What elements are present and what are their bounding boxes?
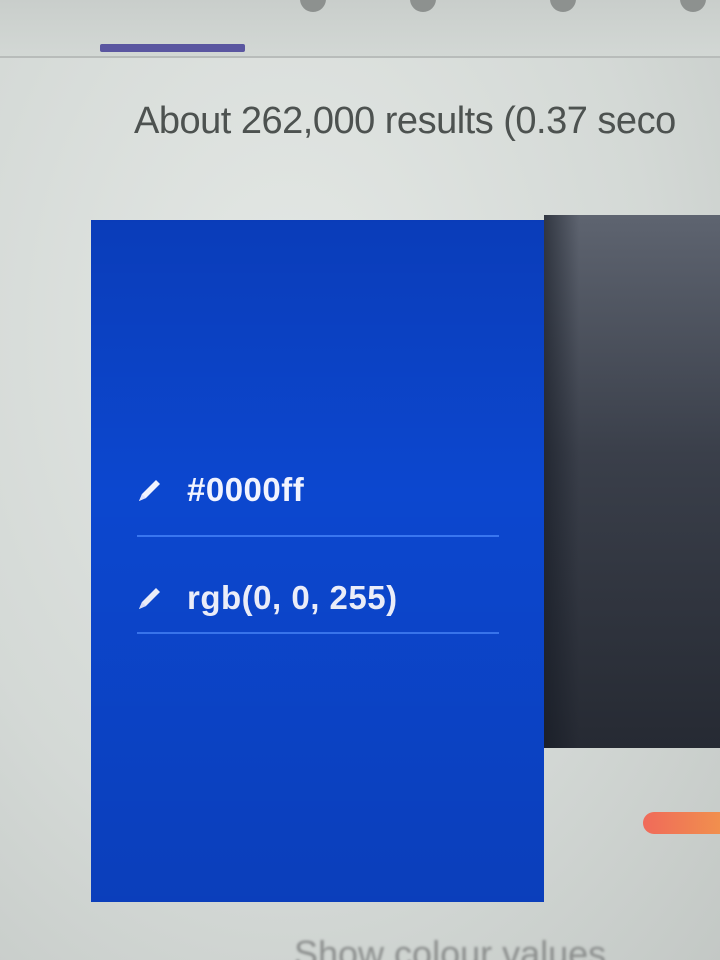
hue-slider[interactable] (643, 812, 720, 834)
tab-icon[interactable] (680, 0, 706, 12)
search-tabs-bar (0, 0, 720, 58)
tab-icon[interactable] (410, 0, 436, 12)
hex-value-underline (137, 535, 499, 537)
saturation-value-picker[interactable] (544, 215, 720, 748)
rgb-value-row[interactable]: rgb(0, 0, 255) (135, 568, 505, 628)
hex-value-input[interactable]: #0000ff (187, 471, 304, 509)
hex-value-row[interactable]: #0000ff (135, 460, 505, 520)
pencil-icon[interactable] (135, 583, 165, 613)
tab-icon[interactable] (550, 0, 576, 12)
colour-swatch: #0000ff rgb(0, 0, 255) (91, 220, 544, 902)
rgb-value-underline (137, 632, 499, 634)
tab-icon[interactable] (300, 0, 326, 12)
tabs-divider (0, 56, 720, 58)
active-tab-indicator (100, 44, 245, 52)
screen: About 262,000 results (0.37 seco #0000ff… (0, 0, 720, 960)
pencil-icon[interactable] (135, 475, 165, 505)
tab-icons-row (300, 0, 720, 16)
show-colour-values-link[interactable]: Show colour values (294, 933, 606, 960)
result-stats: About 262,000 results (0.37 seco (134, 100, 676, 142)
rgb-value-input[interactable]: rgb(0, 0, 255) (187, 579, 398, 617)
